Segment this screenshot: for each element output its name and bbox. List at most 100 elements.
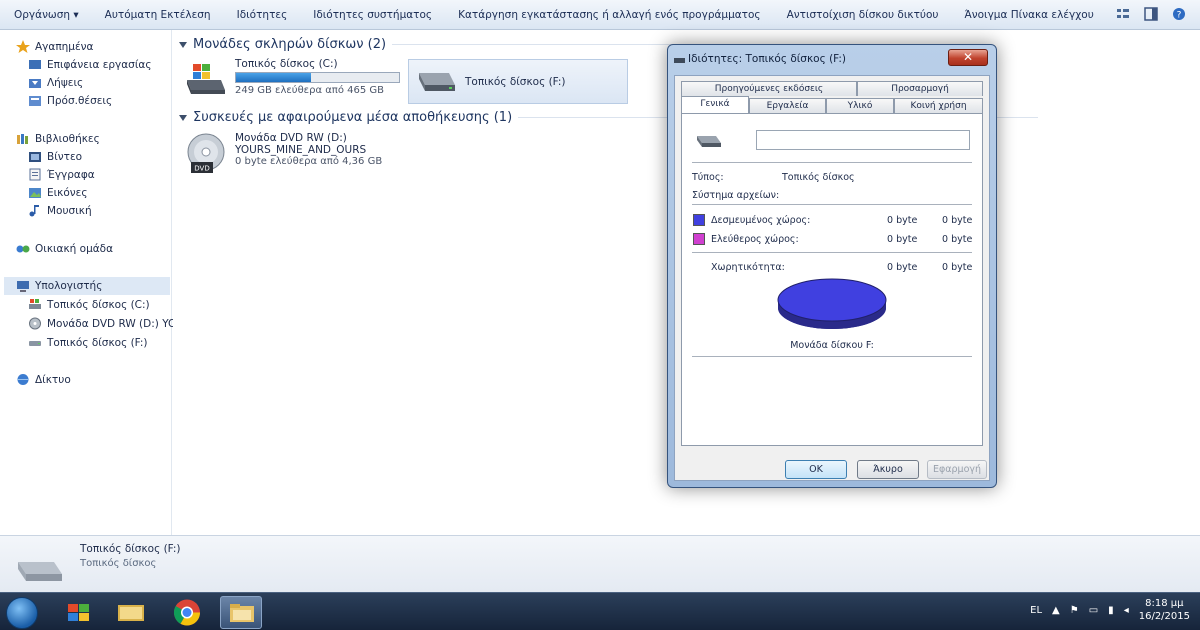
app-icon [118, 605, 144, 621]
pictures-icon [29, 188, 41, 198]
nav-recent-places[interactable]: Πρόσ.θέσεις [28, 94, 112, 107]
nav-drive-d[interactable]: Μονάδα DVD RW (D:) YOU [28, 317, 184, 330]
nav-drive-f[interactable]: Τοπικός δίσκος (F:) [28, 336, 148, 349]
tab-tools[interactable]: Εργαλεία [749, 98, 826, 113]
organize-menu[interactable]: Οργάνωση ▾ [0, 9, 92, 21]
taskbar-app-1[interactable] [58, 596, 100, 629]
clock[interactable]: 8:18 μμ 16/2/2015 [1139, 597, 1190, 623]
nav-homegroup-label: Οικιακή ομάδα [35, 242, 114, 255]
collapse-arrow-icon[interactable] [179, 114, 187, 121]
nav-downloads[interactable]: Λήψεις [28, 76, 83, 89]
nav-video[interactable]: Βίντεο [28, 150, 82, 163]
nav-homegroup[interactable]: Οικιακή ομάδα [16, 242, 113, 255]
network-status-icon[interactable]: ▭ [1089, 605, 1098, 616]
filesystem-label: Σύστημα αρχείων: [692, 190, 780, 201]
nav-computer[interactable]: Υπολογιστής [4, 277, 170, 295]
volume-icon[interactable]: ◂ [1124, 605, 1129, 616]
tab-general[interactable]: Γενικά [681, 96, 749, 113]
folder-icon [230, 604, 254, 622]
autoplay-button[interactable]: Αυτόματη Εκτέλεση [92, 9, 224, 21]
drive-f-name: Τοπικός δίσκος (F:) [465, 75, 566, 88]
nav-libraries-label: Βιβλιοθήκες [35, 132, 100, 145]
free-space-label: Ελεύθερος χώρος: [711, 234, 799, 245]
taskbar-chrome[interactable] [166, 596, 208, 629]
homegroup-icon [16, 245, 30, 253]
nav-pictures[interactable]: Εικόνες [28, 186, 88, 199]
type-value: Τοπικός δίσκος [782, 172, 855, 183]
cancel-button[interactable]: Άκυρο [857, 460, 919, 479]
nav-favorites[interactable]: Αγαπημένα [16, 40, 93, 53]
close-button[interactable]: ✕ [948, 49, 988, 66]
drive-c-usage-bar [235, 72, 400, 83]
system-properties-button[interactable]: Ιδιότητες συστήματος [300, 9, 445, 21]
hard-drive-icon [697, 136, 721, 147]
used-space-swatch [693, 214, 705, 226]
nav-network[interactable]: Δίκτυο [16, 373, 71, 386]
nav-video-label: Βίντεο [47, 150, 83, 163]
nav-music[interactable]: Μουσική [28, 204, 92, 217]
nav-computer-label: Υπολογιστής [35, 280, 103, 292]
language-indicator[interactable]: EL [1030, 605, 1042, 616]
battery-icon[interactable]: ▮ [1108, 605, 1114, 616]
svg-text:?: ? [1177, 11, 1182, 21]
used-space-label: Δεσμευμένος χώρος: [711, 215, 811, 226]
taskbar-app-2[interactable] [110, 596, 152, 629]
properties-dialog: Ιδιότητες: Τοπικός δίσκος (F:) ✕ Προηγού… [667, 44, 997, 488]
libraries-icon [17, 134, 28, 144]
drive-f-tile[interactable]: Τοπικός δίσκος (F:) [408, 59, 628, 104]
music-icon [29, 205, 39, 217]
nav-drive-c[interactable]: Τοπικός δίσκος (C:) [28, 298, 150, 311]
open-control-panel-button[interactable]: Άνοιγμα Πίνακα ελέγχου [951, 9, 1106, 21]
drive-c-tile[interactable]: Τοπικός δίσκος (C:) 249 GB ελεύθερα από … [183, 58, 405, 104]
help-icon[interactable]: ? [1172, 7, 1186, 21]
nav-documents-label: Έγγραφα [47, 168, 95, 181]
map-network-drive-button[interactable]: Αντιστοίχιση δίσκου δικτύου [774, 9, 952, 21]
drive-c-name: Τοπικός δίσκος (C:) [235, 58, 338, 70]
hdd-group-title: Μονάδες σκληρών δίσκων (2) [193, 37, 387, 52]
nav-documents[interactable]: Έγγραφα [28, 168, 95, 181]
separator [692, 356, 972, 357]
computer-icon [17, 280, 29, 292]
hard-drive-icon [29, 341, 41, 346]
view-options-icon[interactable] [1116, 7, 1130, 21]
pie-used-slice [777, 278, 887, 322]
start-button[interactable] [6, 597, 38, 629]
nav-drive-f-label: Τοπικός δίσκος (F:) [47, 336, 148, 349]
uninstall-program-button[interactable]: Κατάργηση εγκατάστασης ή αλλαγή ενός προ… [445, 9, 774, 21]
free-space-bytes: 0 byte [887, 234, 918, 245]
used-space-bytes: 0 byte [887, 215, 918, 226]
taskbar-explorer[interactable] [220, 596, 262, 629]
action-center-icon[interactable]: ⚑ [1070, 605, 1079, 616]
free-space-swatch [693, 233, 705, 245]
drive-c-free: 249 GB ελεύθερα από 465 GB [235, 85, 384, 96]
collapse-arrow-icon[interactable] [179, 41, 187, 48]
ok-button[interactable]: OK [785, 460, 847, 479]
capacity-label: Χωρητικότητα: [711, 262, 785, 273]
tab-sharing[interactable]: Κοινή χρήση [894, 98, 983, 113]
volume-name-input[interactable] [756, 130, 970, 150]
chrome-icon [173, 599, 201, 626]
dvd-drive-icon: DVD [187, 133, 225, 173]
tab-customize[interactable]: Προσαρμογή [857, 81, 983, 96]
show-hidden-icons-icon[interactable]: ▲ [1052, 605, 1060, 616]
dvd-drive-tile[interactable]: DVD Μονάδα DVD RW (D:) YOURS_MINE_AND_OU… [185, 132, 405, 178]
taskbar: EL ▲ ⚑ ▭ ▮ ◂ 8:18 μμ 16/2/2015 [0, 592, 1200, 630]
separator [692, 162, 972, 163]
recent-places-icon [29, 96, 41, 106]
navigation-pane: Αγαπημένα Επιφάνεια εργασίας Λήψεις Πρόσ… [0, 30, 184, 535]
command-bar: Οργάνωση ▾ Αυτόματη Εκτέλεση Ιδιότητες Ι… [0, 0, 1200, 30]
preview-pane-icon[interactable] [1144, 7, 1158, 21]
free-space-size: 0 byte [942, 234, 973, 245]
dvd-free: 0 byte ελεύθερα από 4,36 GB [235, 156, 383, 167]
properties-button[interactable]: Ιδιότητες [224, 9, 301, 21]
nav-libraries[interactable]: Βιβλιοθήκες [16, 132, 100, 145]
hard-drive-icon [419, 72, 455, 91]
type-label: Τύπος: [692, 172, 724, 183]
tab-hardware[interactable]: Υλικό [826, 98, 894, 113]
tab-previous-versions[interactable]: Προηγούμενες εκδόσεις [681, 81, 857, 96]
documents-icon [29, 168, 41, 181]
apply-button[interactable]: Εφαρμογή [927, 460, 987, 479]
downloads-icon [29, 79, 41, 88]
system-tray: EL ▲ ⚑ ▭ ▮ ◂ 8:18 μμ 16/2/2015 [1030, 597, 1190, 623]
nav-desktop[interactable]: Επιφάνεια εργασίας [28, 58, 151, 71]
